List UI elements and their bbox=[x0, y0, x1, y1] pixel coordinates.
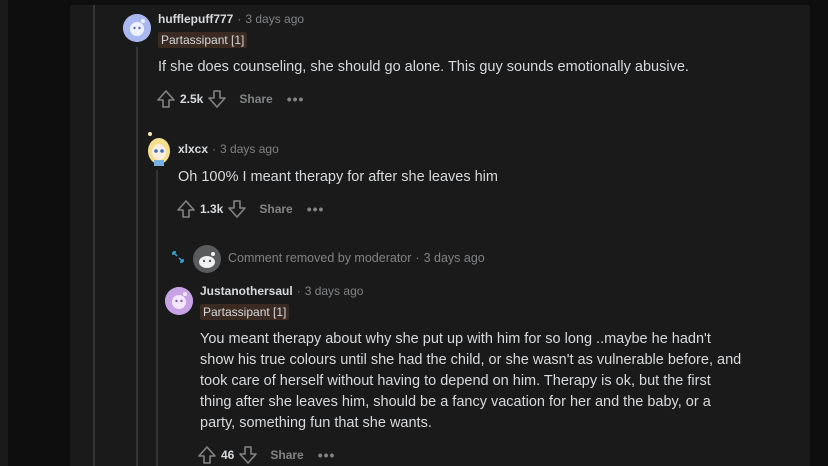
left-edge bbox=[0, 0, 8, 466]
comment-body: Oh 100% I meant therapy for after she le… bbox=[178, 169, 498, 185]
thread-line[interactable] bbox=[156, 170, 158, 466]
upvote-icon[interactable] bbox=[156, 89, 176, 109]
comment-line: show his true colours until she had the … bbox=[200, 352, 742, 368]
upvote-icon[interactable] bbox=[176, 199, 196, 219]
comment-line: You meant therapy about why she put up w… bbox=[200, 331, 711, 347]
removed-comment-notice: Comment removed by moderator · 3 days ago bbox=[228, 251, 485, 265]
thread-line[interactable] bbox=[93, 5, 95, 466]
separator: · bbox=[296, 284, 301, 298]
vote-count: 2.5k bbox=[180, 92, 204, 106]
downvote-icon[interactable] bbox=[207, 89, 227, 109]
comment-meta: Justanothersaul · 3 days ago bbox=[200, 284, 363, 298]
vote-count: 46 bbox=[221, 448, 235, 462]
timestamp[interactable]: 3 days ago bbox=[424, 251, 485, 265]
user-flair: Partassipant [1] bbox=[200, 304, 290, 320]
username[interactable]: xlxcx bbox=[178, 142, 208, 156]
separator: · bbox=[237, 12, 242, 26]
share-button[interactable]: Share bbox=[259, 202, 292, 216]
timestamp[interactable]: 3 days ago bbox=[220, 142, 279, 156]
avatar bbox=[193, 245, 221, 273]
separator: · bbox=[212, 142, 217, 156]
username[interactable]: hufflepuff777 bbox=[158, 12, 233, 26]
avatar[interactable] bbox=[165, 287, 193, 315]
more-options-button[interactable]: ••• bbox=[307, 201, 325, 217]
avatar[interactable] bbox=[123, 14, 151, 42]
vote-count: 1.3k bbox=[200, 202, 224, 216]
comment-meta: xlxcx · 3 days ago bbox=[178, 142, 279, 156]
avatar[interactable] bbox=[145, 131, 173, 167]
username[interactable]: Justanothersaul bbox=[200, 284, 293, 298]
comment-body: If she does counseling, she should go al… bbox=[158, 59, 689, 75]
downvote-icon[interactable] bbox=[238, 445, 258, 465]
more-options-button[interactable]: ••• bbox=[318, 447, 336, 463]
comment-thread: hufflepuff777 · 3 days ago Partassipant [1… bbox=[70, 5, 810, 466]
more-options-button[interactable]: ••• bbox=[287, 91, 305, 107]
comment-actions: 46 Share ••• bbox=[197, 445, 335, 465]
comment-line: party, something fun that she wants. bbox=[200, 415, 432, 431]
user-flair: Partassipant [1] bbox=[158, 32, 248, 48]
comment-meta: hufflepuff777 · 3 days ago bbox=[158, 12, 304, 26]
comment-line: thing after she leaves him, should be a … bbox=[200, 394, 711, 410]
removed-text: Comment removed by moderator bbox=[228, 251, 412, 265]
share-button[interactable]: Share bbox=[239, 92, 272, 106]
upvote-icon[interactable] bbox=[197, 445, 217, 465]
timestamp[interactable]: 3 days ago bbox=[305, 284, 364, 298]
comment-actions: 2.5k Share ••• bbox=[156, 89, 304, 109]
expand-icon[interactable] bbox=[171, 250, 185, 264]
comment-body: You meant therapy about why she put up w… bbox=[200, 329, 800, 434]
comment-actions: 1.3k Share ••• bbox=[176, 199, 324, 219]
thread-line[interactable] bbox=[136, 47, 138, 466]
comment-line: took care of herself without having to d… bbox=[200, 373, 711, 389]
timestamp[interactable]: 3 days ago bbox=[245, 12, 304, 26]
downvote-icon[interactable] bbox=[227, 199, 247, 219]
share-button[interactable]: Share bbox=[270, 448, 303, 462]
separator: · bbox=[415, 251, 420, 265]
